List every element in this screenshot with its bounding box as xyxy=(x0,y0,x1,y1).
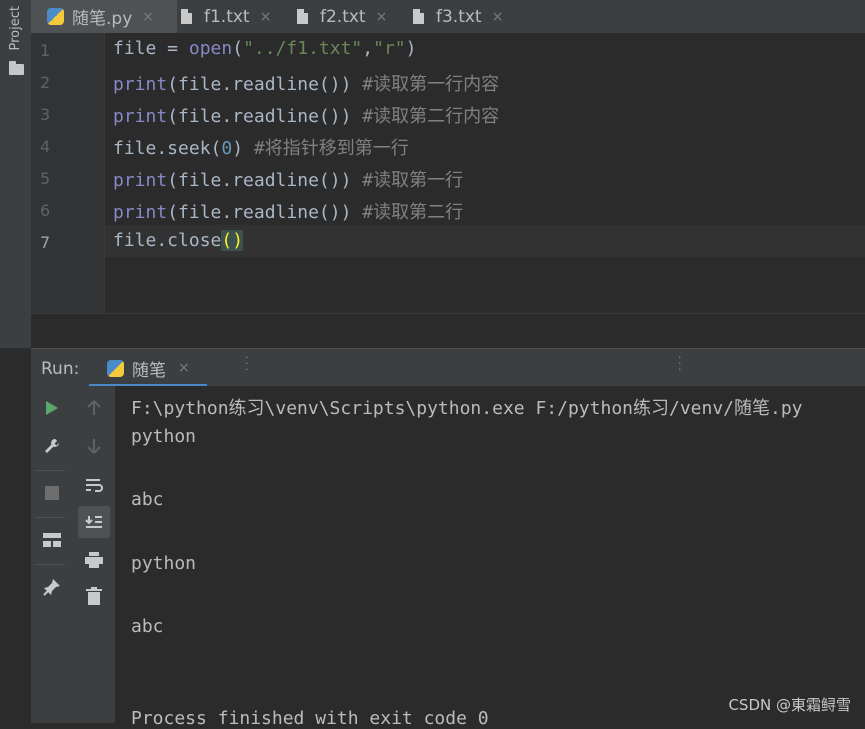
close-icon[interactable]: × xyxy=(492,9,504,25)
code-line-4: file.seek(0) #将指针移到第一行 xyxy=(113,138,409,159)
folder-icon[interactable] xyxy=(9,61,24,75)
close-icon[interactable]: × xyxy=(142,9,154,25)
code-line-1: file = open("../f1.txt","r") xyxy=(113,38,417,59)
drag-handle-icon[interactable]: · · · xyxy=(245,352,249,375)
close-icon[interactable]: × xyxy=(376,9,388,25)
matched-brackets: () xyxy=(221,230,244,251)
close-icon[interactable]: × xyxy=(178,360,190,376)
print-icon[interactable] xyxy=(81,547,107,573)
run-label: Run: xyxy=(41,359,80,379)
line-number: 1 xyxy=(40,41,51,60)
console-line: python xyxy=(131,553,197,574)
text-file-icon xyxy=(297,9,308,24)
code-line-2: print(file.readline()) #读取第一行内容 xyxy=(113,74,500,95)
tab-label: f1.txt xyxy=(204,6,250,27)
console-output[interactable]: F:\python练习\venv\Scripts\python.exe F:/p… xyxy=(115,386,865,729)
editor-panel-divider[interactable] xyxy=(31,313,865,349)
tab-label: 随笔.py xyxy=(72,9,133,29)
drag-handle-icon[interactable]: · · · xyxy=(678,352,682,375)
project-tool-button[interactable]: Project xyxy=(8,6,23,50)
console-line: python xyxy=(131,426,197,447)
code-line-7: file.close() xyxy=(113,230,244,251)
console-line: Process finished with exit code 0 xyxy=(131,708,489,729)
tab-f1-txt[interactable]: f1.txt × xyxy=(181,0,271,33)
project-tool-strip: Project xyxy=(0,0,32,348)
console-line: abc xyxy=(131,616,164,637)
code-line-3: print(file.readline()) #读取第二行内容 xyxy=(113,106,500,127)
toolbar-separator xyxy=(35,564,65,565)
arrow-down-icon[interactable] xyxy=(81,433,107,459)
close-icon[interactable]: × xyxy=(260,9,272,25)
code-line-6: print(file.readline()) #读取第二行 xyxy=(113,202,464,223)
pin-icon[interactable] xyxy=(39,574,65,600)
line-number: 6 xyxy=(40,201,51,220)
toolbar-separator xyxy=(35,470,65,471)
console-line: abc xyxy=(131,489,164,510)
scroll-to-end-icon[interactable] xyxy=(78,506,110,538)
python-file-icon xyxy=(47,8,64,25)
soft-wrap-icon[interactable] xyxy=(81,472,107,498)
tab-f3-txt[interactable]: f3.txt × xyxy=(413,0,503,33)
code-editor[interactable]: 1 2 3 4 5 6 7 file = open("../f1.txt","r… xyxy=(31,33,865,313)
code-line-5: print(file.readline()) #读取第一行 xyxy=(113,170,464,191)
tab-label: f2.txt xyxy=(320,6,366,27)
run-tab-suibi[interactable]: 随笔 × xyxy=(89,349,207,387)
play-icon[interactable] xyxy=(39,395,65,421)
line-number-gutter: 1 2 3 4 5 6 7 xyxy=(31,33,105,313)
toolbar-separator xyxy=(35,517,65,518)
wrench-icon[interactable] xyxy=(39,433,65,459)
editor-tab-bar: 随笔.py × f1.txt × f2.txt × f3.txt × xyxy=(31,0,865,34)
run-panel-header: Run: 随笔 × · · · · · · xyxy=(31,348,865,387)
text-file-icon xyxy=(413,9,424,24)
stop-icon[interactable] xyxy=(39,480,65,506)
run-tab-label: 随笔 xyxy=(132,360,166,381)
tab-f2-txt[interactable]: f2.txt × xyxy=(297,0,387,33)
watermark: CSDN @東霜鲟雪 xyxy=(728,696,851,714)
python-file-icon xyxy=(107,359,124,377)
line-number: 5 xyxy=(40,169,51,188)
line-number: 3 xyxy=(40,105,51,124)
tab-suibi-py[interactable]: 随笔.py × xyxy=(31,0,177,33)
line-number: 7 xyxy=(40,233,51,252)
console-line: F:\python练习\venv\Scripts\python.exe F:/p… xyxy=(131,398,803,419)
layout-icon[interactable] xyxy=(39,527,65,553)
tab-label: f3.txt xyxy=(436,6,482,27)
line-number: 4 xyxy=(40,137,51,156)
arrow-up-icon[interactable] xyxy=(81,395,107,421)
line-number: 2 xyxy=(40,73,51,92)
trash-icon[interactable] xyxy=(81,583,107,609)
text-file-icon xyxy=(181,9,192,24)
run-toolbar xyxy=(31,386,115,723)
